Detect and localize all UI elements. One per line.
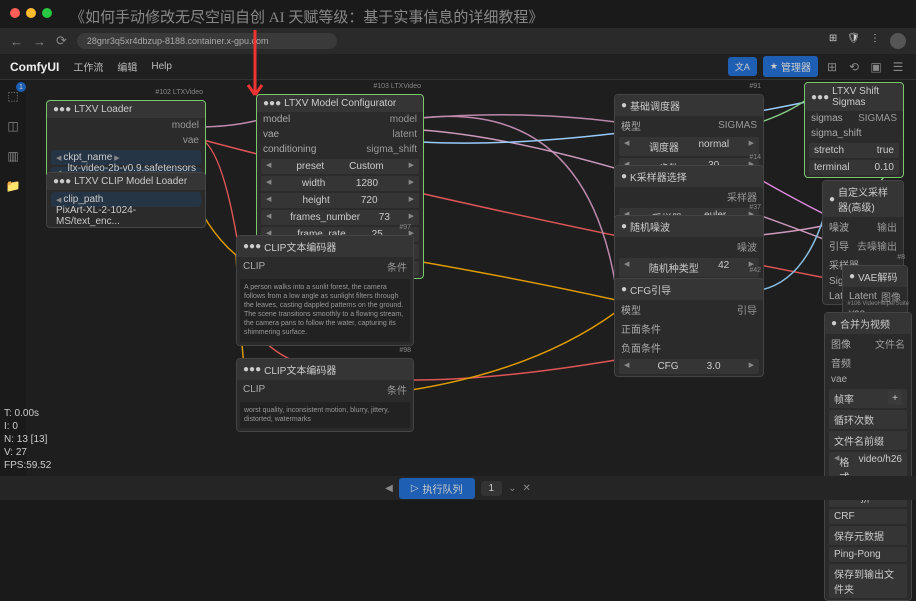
minimize-window[interactable] [26, 8, 36, 18]
menu-edit[interactable]: 编辑 [117, 59, 137, 74]
nodes-icon[interactable]: ◫ [5, 118, 21, 134]
translate-button[interactable]: 文A [728, 57, 757, 76]
app-menubar: ComfyUI 工作流 编辑 Help 文A ★ 管理器 ⊞ ⟲ ▣ ☰ [0, 54, 916, 80]
close-window[interactable] [10, 8, 20, 18]
node-clip-encode-positive[interactable]: #97 ●●● CLIP文本编码器 CLIP条件 A person walks … [236, 235, 414, 346]
back-button[interactable]: ← [10, 34, 23, 49]
positive-prompt[interactable]: A person walks into a sunlit forest, the… [240, 279, 410, 342]
folder-icon[interactable]: 📁 [5, 178, 21, 194]
browser-toolbar: ← → ⟳ 28gnr3q5xr4dbzup-8188.container.x-… [0, 28, 916, 54]
app-logo: ComfyUI [10, 60, 59, 74]
url-bar[interactable]: 28gnr3q5xr4dbzup-8188.container.x-gpu.co… [77, 33, 337, 49]
node-header[interactable]: ●●● LTXV Loader [47, 101, 205, 118]
node-shift-sigmas[interactable]: #101 LTXVideo ●●● LTXV Shift Sigmas sigm… [804, 82, 904, 178]
node-video-combine[interactable]: #106 VideoHelperSuite ● 合并为视频 图像文件名 音频 v… [824, 312, 912, 601]
grid-icon[interactable]: ⊞ [824, 59, 840, 75]
node-canvas[interactable]: #102 LTXVideo ●●● LTXV Loader model vae … [26, 80, 916, 476]
notification-badge: 1 [16, 82, 26, 92]
clear-button[interactable]: ✕ [522, 483, 530, 494]
node-clip-encode-negative[interactable]: #98 ●●● CLIP文本编码器 CLIP条件 worst quality, … [236, 358, 414, 432]
manager-button[interactable]: ★ 管理器 [763, 56, 818, 77]
article-title-overlay: 《如何手动修改无尽空间自创 AI 天赋等级：基于实事信息的详细教程》 [70, 6, 876, 27]
add-button[interactable]: + [888, 391, 902, 405]
menu-help[interactable]: Help [151, 61, 172, 72]
node-cfg-guider[interactable]: #42 ● CFG引导 模型引导 正面条件 负面条件 ◀ CFG3.0 ▶ [614, 278, 764, 377]
fit-icon[interactable]: ▣ [868, 59, 884, 75]
queue-count: 1 [481, 481, 503, 496]
extension-icon[interactable]: ⊞ [829, 33, 837, 49]
prev-button[interactable]: ◀ [385, 483, 393, 494]
reset-icon[interactable]: ⟲ [846, 59, 862, 75]
annotation-arrow [240, 30, 270, 110]
bottom-toolbar: ◀ ▷ 执行队列 1 ⌄ ✕ [0, 476, 916, 500]
negative-prompt[interactable]: worst quality, inconsistent motion, blur… [240, 402, 410, 428]
menu-workflow[interactable]: 工作流 [73, 59, 103, 74]
hamburger-icon[interactable]: ☰ [890, 59, 906, 75]
stats-panel: T: 0.00s I: 0 N: 13 [13] V: 27 FPS:59.52 [4, 407, 51, 472]
run-button[interactable]: ▷ 执行队列 [399, 478, 475, 499]
forward-button[interactable]: → [33, 34, 46, 49]
maximize-window[interactable] [42, 8, 52, 18]
menu-icon[interactable]: ⋮ [870, 33, 880, 49]
avatar-icon[interactable] [890, 33, 906, 49]
node-clip-loader[interactable]: ●●● LTXV CLIP Model Loader ◀ clip_path P… [46, 172, 206, 228]
shield-icon[interactable]: 🛡 [847, 33, 860, 49]
models-icon[interactable]: ▥ [5, 148, 21, 164]
dropdown-icon[interactable]: ⌄ [508, 483, 516, 494]
reload-button[interactable]: ⟳ [56, 33, 67, 49]
